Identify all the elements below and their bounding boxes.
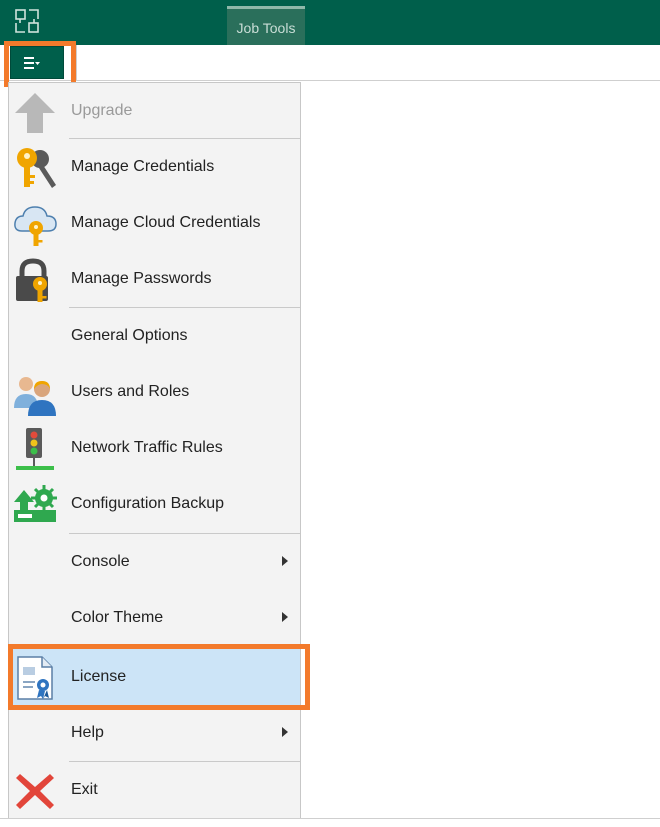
keys-icon xyxy=(17,148,56,188)
menu-item-label: Manage Cloud Credentials xyxy=(71,214,261,231)
main-menu-highlight xyxy=(4,41,76,87)
divider xyxy=(76,45,77,81)
menu-item-label: Configuration Backup xyxy=(71,495,224,512)
menu-item-users-and-roles[interactable]: Users and Roles xyxy=(9,364,300,420)
menu-item-upgrade[interactable]: Upgrade xyxy=(9,83,300,139)
menu-item-label: Exit xyxy=(71,781,98,798)
menu-item-color-theme[interactable]: Color Theme xyxy=(9,590,300,646)
menu-item-label: Color Theme xyxy=(71,609,164,626)
menu-item-manage-cloud-credentials[interactable]: Manage Cloud Credentials xyxy=(9,195,300,251)
submenu-arrow-icon xyxy=(282,727,288,737)
exit-x-icon xyxy=(16,774,54,809)
menu-item-general-options[interactable]: General Options xyxy=(9,308,300,364)
menu-item-label: General Options xyxy=(71,327,188,344)
menu-item-exit[interactable]: Exit xyxy=(9,762,300,818)
menu-item-label: Manage Passwords xyxy=(71,270,212,287)
submenu-arrow-icon xyxy=(282,556,288,566)
tab-job-tools[interactable]: Job Tools xyxy=(227,6,305,45)
menu-item-label: Console xyxy=(71,553,130,570)
menu-item-network-traffic-rules[interactable]: Network Traffic Rules xyxy=(9,420,300,476)
menu-item-label: Network Traffic Rules xyxy=(71,439,223,456)
menu-item-manage-credentials[interactable]: Manage Credentials xyxy=(9,139,300,195)
traffic-light-icon xyxy=(16,428,54,470)
title-bar: Job Tools xyxy=(0,0,660,45)
ribbon-bar xyxy=(0,45,660,81)
license-highlight xyxy=(8,644,310,710)
menu-item-manage-passwords[interactable]: Manage Passwords xyxy=(9,251,300,307)
menu-item-label: Upgrade xyxy=(71,102,133,119)
submenu-arrow-icon xyxy=(282,612,288,622)
lock-key-icon xyxy=(16,258,48,302)
app-logo-icon xyxy=(15,9,39,33)
config-backup-icon xyxy=(14,485,57,522)
menu-item-configuration-backup[interactable]: Configuration Backup xyxy=(9,476,300,532)
users-icon xyxy=(14,377,56,416)
menu-item-help[interactable]: Help xyxy=(9,705,300,761)
menu-item-label: Users and Roles xyxy=(71,383,190,400)
cloud-key-icon xyxy=(14,206,57,246)
upgrade-arrow-icon xyxy=(15,93,55,133)
divider xyxy=(0,818,660,819)
menu-item-label: Manage Credentials xyxy=(71,158,215,175)
menu-item-console[interactable]: Console xyxy=(9,534,300,590)
menu-item-label: Help xyxy=(71,724,104,741)
